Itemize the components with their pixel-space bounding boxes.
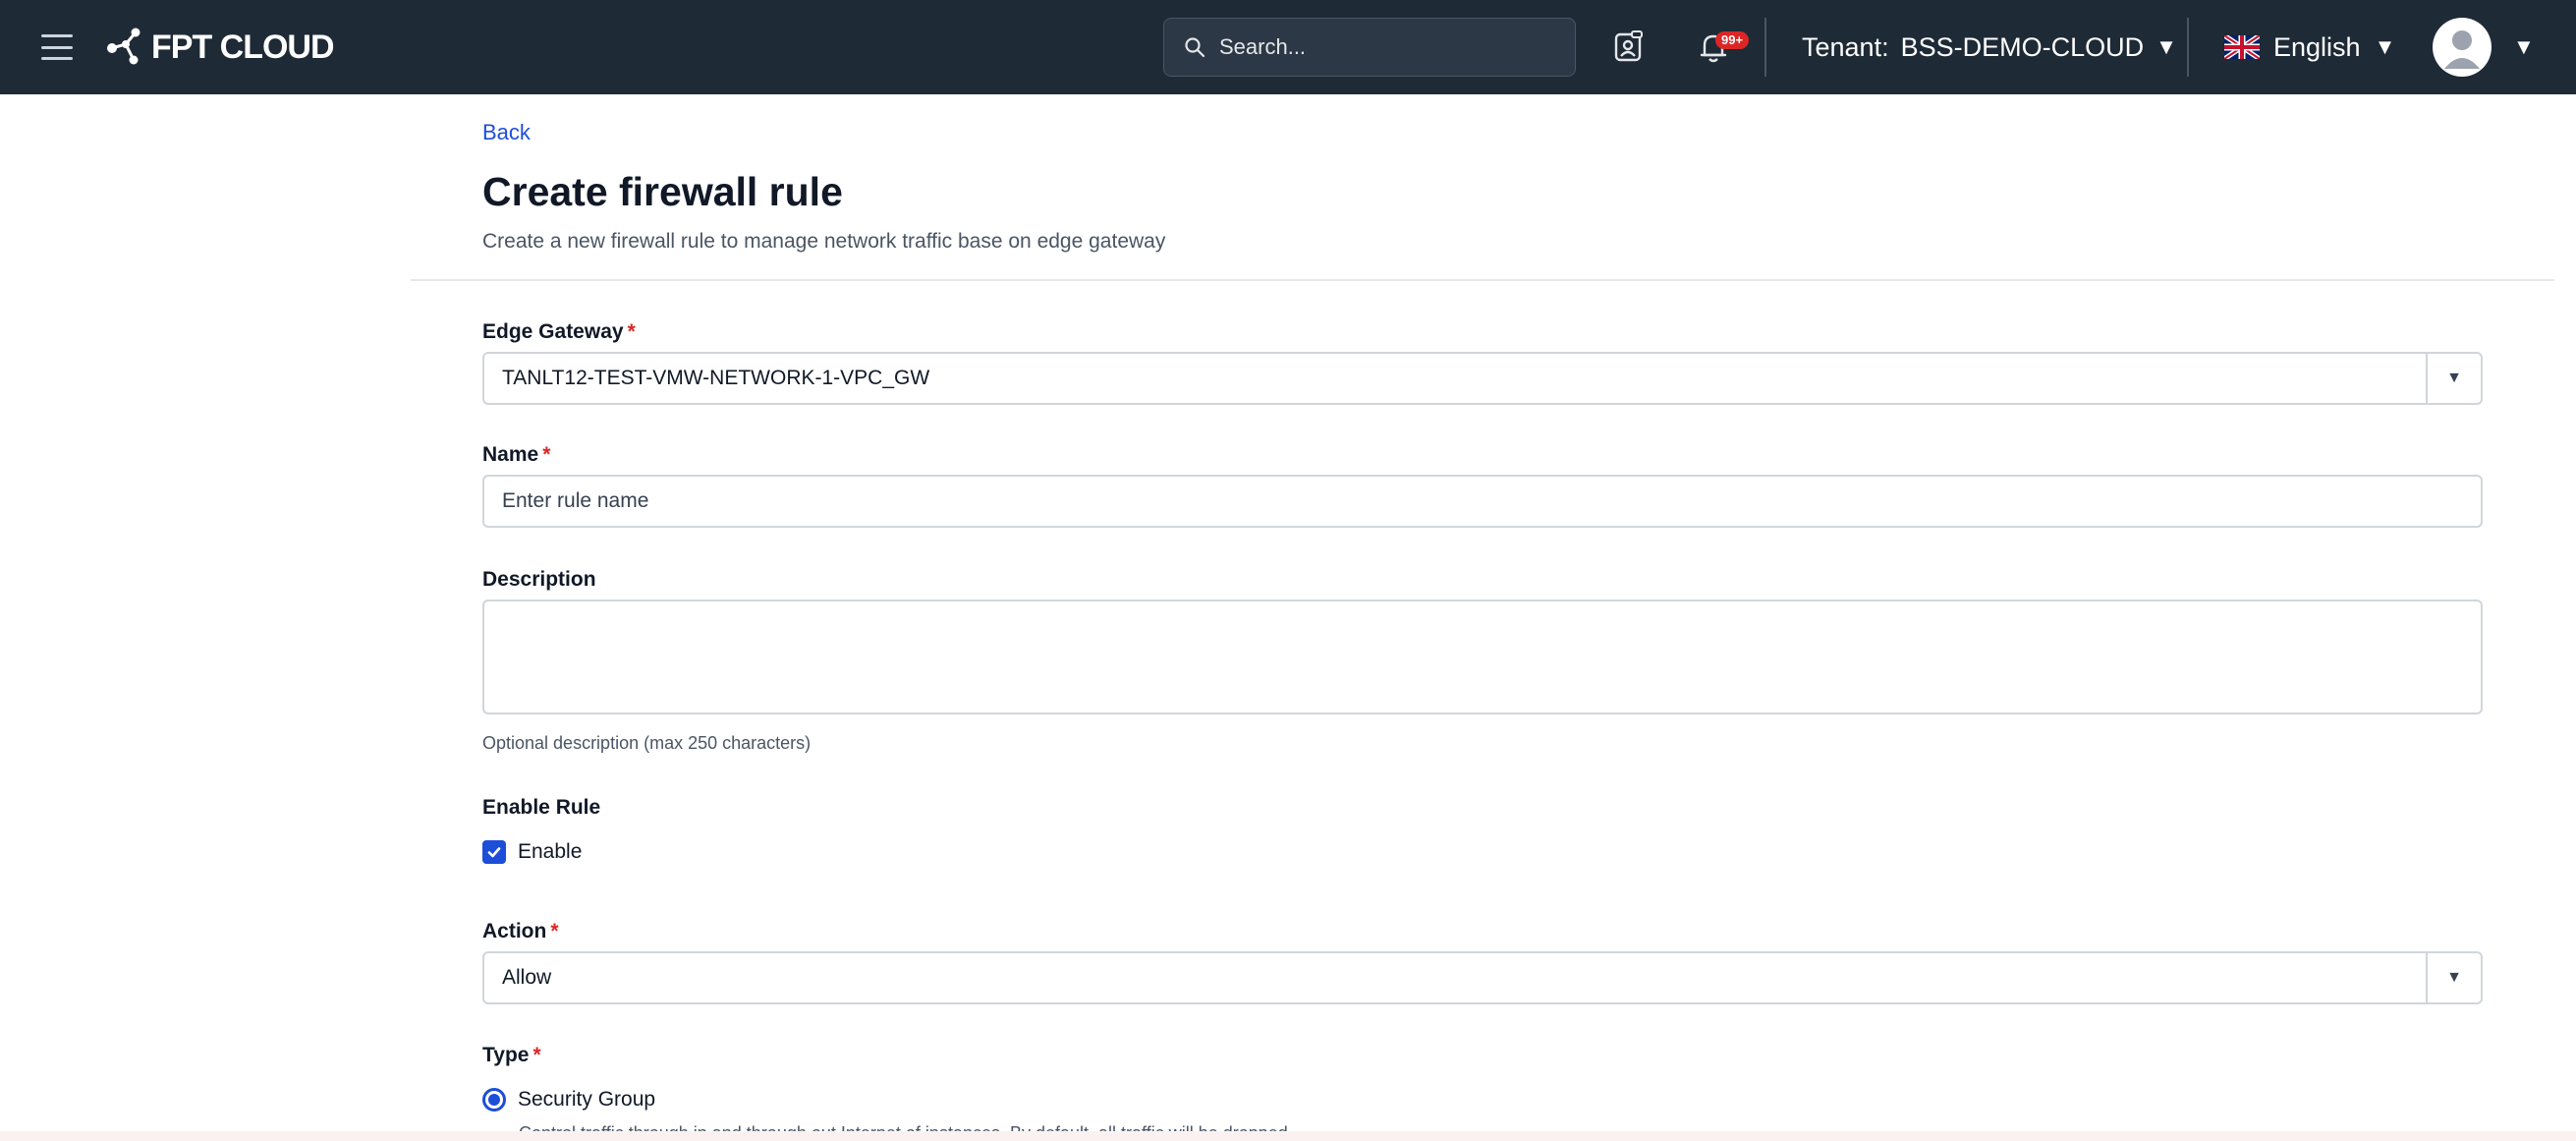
edge-gateway-value: TANLT12-TEST-VMW-NETWORK-1-VPC_GW — [502, 367, 930, 389]
hamburger-menu-icon[interactable] — [39, 29, 75, 65]
action-label: Action * — [482, 920, 559, 942]
search-box[interactable] — [1163, 18, 1576, 77]
horizontal-scrollbar-track[interactable] — [0, 1131, 2576, 1141]
description-label: Description — [482, 568, 596, 591]
type-option-security-group[interactable]: Security Group — [482, 1088, 655, 1112]
page-subtitle: Create a new firewall rule to manage net… — [482, 230, 1166, 253]
security-group-label: Security Group — [518, 1088, 656, 1111]
logo-text: FPT CLOUD — [151, 28, 335, 66]
caret-down-icon: ▼ — [2513, 34, 2535, 59]
required-marker: * — [542, 443, 551, 466]
orders-button[interactable] — [1607, 26, 1651, 69]
navbar-divider — [1764, 18, 1766, 77]
action-value: Allow — [502, 966, 552, 989]
top-navbar: FPT CLOUD 99+ Tenant: BSS-DEMO-CLOUD ▼ — [0, 0, 2576, 94]
page-title: Create firewall rule — [482, 169, 843, 214]
user-icon — [2444, 30, 2480, 69]
edge-gateway-label: Edge Gateway * — [482, 320, 636, 343]
search-input[interactable] — [1219, 34, 1553, 60]
radio-selected-dot — [488, 1094, 500, 1106]
avatar — [2433, 18, 2492, 77]
type-label: Type * — [482, 1044, 541, 1066]
security-group-radio[interactable] — [482, 1088, 506, 1112]
enable-checkbox[interactable] — [482, 840, 506, 864]
network-nodes-icon — [107, 28, 140, 65]
notifications-button[interactable]: 99+ — [1692, 26, 1750, 69]
caret-down-icon: ▼ — [2426, 354, 2481, 403]
check-icon — [487, 847, 501, 858]
navbar-divider — [2187, 18, 2189, 77]
caret-down-icon: ▼ — [2374, 34, 2396, 59]
language-label: English — [2273, 31, 2361, 62]
back-link[interactable]: Back — [482, 120, 531, 145]
description-help-text: Optional description (max 250 characters… — [482, 733, 812, 753]
name-input[interactable] — [482, 475, 2483, 528]
tenant-label: Tenant: — [1802, 31, 1889, 62]
enable-rule-label: Enable Rule — [482, 796, 601, 819]
user-menu[interactable]: ▼ — [2433, 18, 2535, 77]
name-label: Name * — [482, 443, 551, 466]
search-icon — [1185, 37, 1205, 58]
required-marker: * — [627, 320, 636, 343]
notification-count-badge: 99+ — [1715, 31, 1750, 49]
required-marker: * — [550, 920, 559, 942]
edge-gateway-select[interactable]: TANLT12-TEST-VMW-NETWORK-1-VPC_GW ▼ — [482, 352, 2483, 405]
description-textarea[interactable] — [482, 599, 2483, 714]
caret-down-icon: ▼ — [2156, 34, 2177, 59]
required-marker: * — [532, 1044, 541, 1066]
clipboard-person-icon — [1614, 30, 1643, 62]
fpt-cloud-logo[interactable]: FPT CLOUD — [104, 22, 335, 73]
tenant-selector[interactable]: Tenant: BSS-DEMO-CLOUD ▼ — [1802, 0, 2177, 94]
language-selector[interactable]: English ▼ — [2224, 0, 2395, 94]
action-select[interactable]: Allow ▼ — [482, 951, 2483, 1004]
enable-checkbox-option[interactable]: Enable — [482, 840, 582, 864]
caret-down-icon: ▼ — [2426, 953, 2481, 1002]
uk-flag-icon — [2224, 35, 2260, 59]
enable-checkbox-label: Enable — [518, 840, 583, 863]
tenant-value: BSS-DEMO-CLOUD — [1900, 31, 2145, 62]
header-divider — [411, 279, 2554, 281]
